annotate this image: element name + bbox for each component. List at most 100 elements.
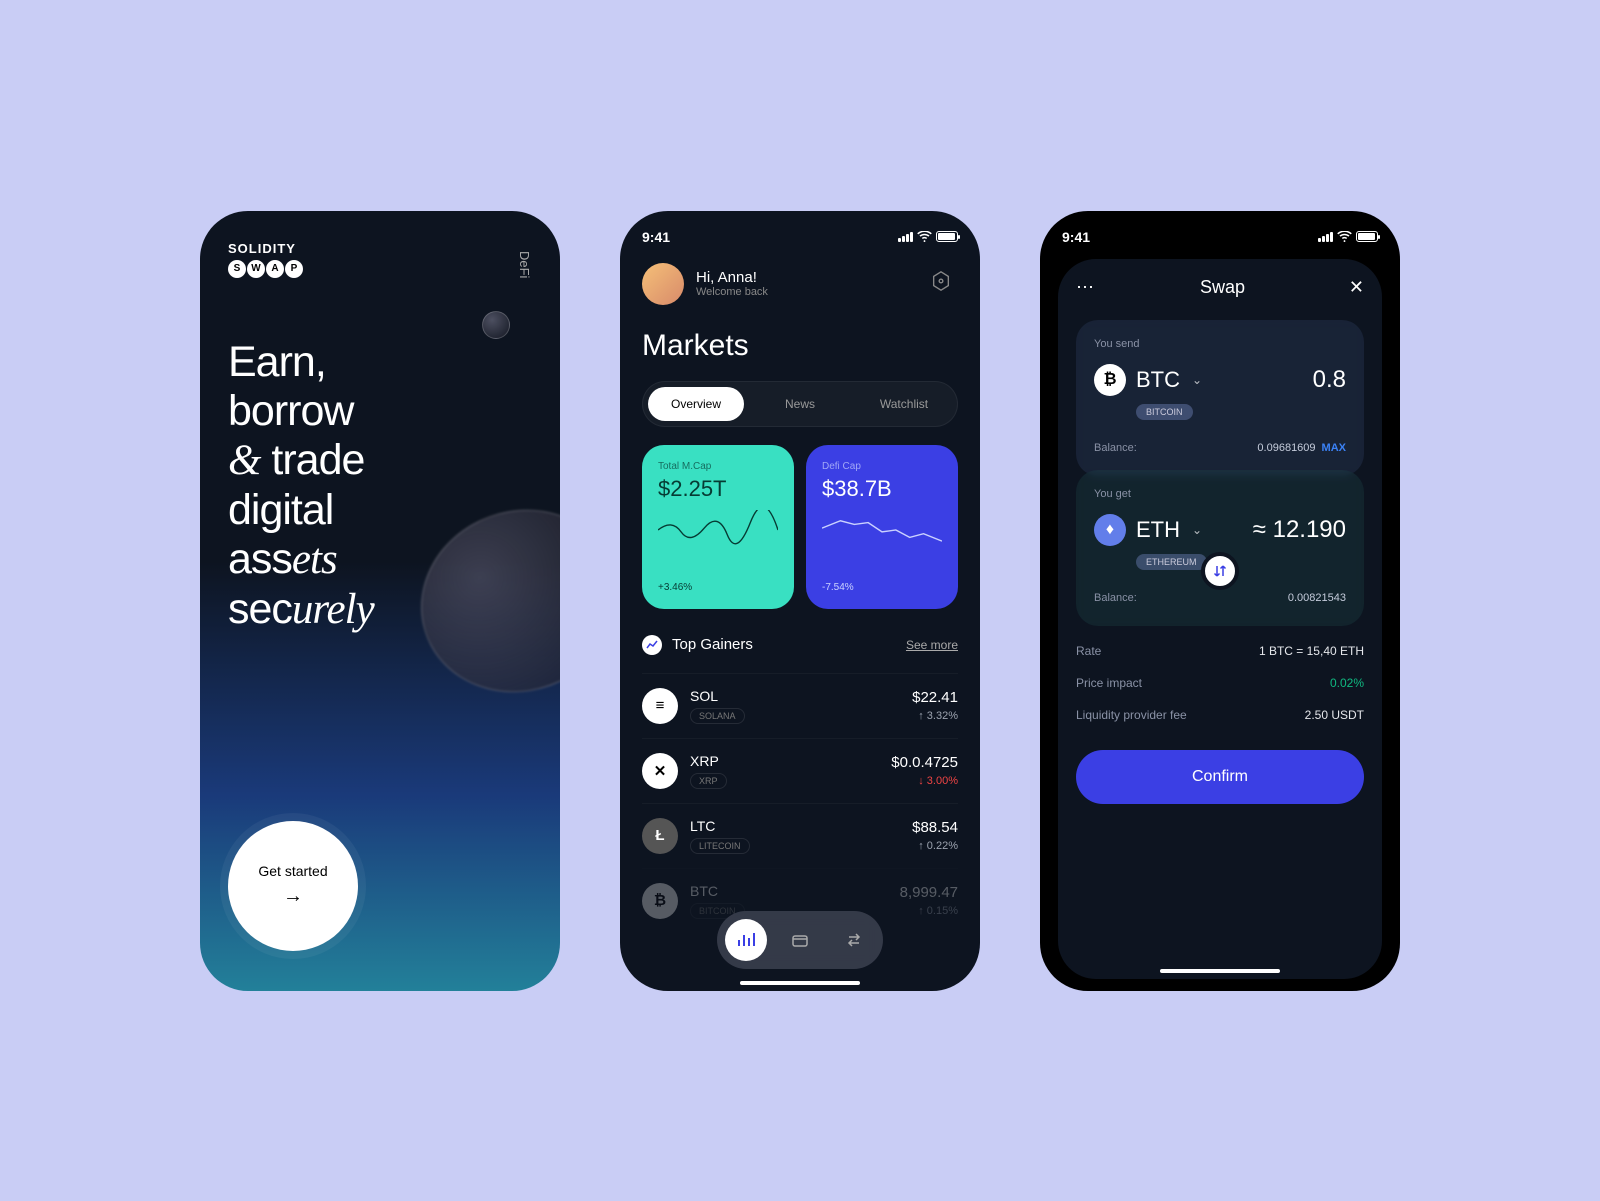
wifi-icon — [917, 231, 932, 242]
hero-line: & trade — [228, 436, 532, 485]
status-icons — [1318, 231, 1378, 242]
swap-direction-button[interactable] — [1201, 552, 1239, 590]
tab-overview[interactable]: Overview — [648, 387, 744, 421]
coin-row-xrp[interactable]: ✕ XRPXRP $0.0.4725↓ 3.00% — [642, 738, 958, 803]
send-label: You send — [1094, 338, 1346, 350]
impact-label: Price impact — [1076, 676, 1142, 690]
swap-area: You send ₿ BTC ⌄ 0.8 BITCOIN Balance: 0.… — [1076, 320, 1364, 626]
get-symbol: ETH — [1136, 517, 1180, 543]
markets-screen: 9:41 Hi, Anna! Welcome back Markets Over… — [620, 211, 980, 991]
stat-value: $2.25T — [658, 476, 778, 502]
swap-title: Swap — [1200, 277, 1245, 298]
stat-card-defi-cap[interactable]: Defi Cap $38.7B -7.54% — [806, 445, 958, 609]
coin-list: ≡ SOLSOLANA $22.41↑ 3.32% ✕ XRPXRP $0.0.… — [642, 673, 958, 933]
brand-letter: A — [266, 260, 284, 278]
rate-row: Rate 1 BTC = 15,40 ETH — [1076, 644, 1364, 658]
send-card: You send ₿ BTC ⌄ 0.8 BITCOIN Balance: 0.… — [1076, 320, 1364, 476]
stat-cards: Total M.Cap $2.25T +3.46% Defi Cap $38.7… — [642, 445, 958, 609]
nav-wallet-button[interactable] — [779, 919, 821, 961]
greeting-text: Hi, Anna! Welcome back — [696, 269, 768, 298]
balance-label: Balance: — [1094, 442, 1137, 454]
swap-icon — [845, 931, 863, 949]
cta-label: Get started — [258, 863, 327, 879]
coin-row-ltc[interactable]: Ł LTCLITECOIN $88.54↑ 0.22% — [642, 803, 958, 868]
get-coin-name: ETHEREUM — [1136, 554, 1207, 570]
stat-label: Total M.Cap — [658, 461, 778, 472]
coin-change: ↑ 3.32% — [912, 710, 958, 722]
sparkline-icon — [822, 510, 942, 550]
send-amount[interactable]: 0.8 — [1313, 366, 1346, 394]
get-label: You get — [1094, 488, 1346, 500]
markets-title: Markets — [642, 329, 958, 363]
avatar[interactable] — [642, 263, 684, 305]
hero-line: borrow — [228, 387, 532, 436]
get-balance-row: Balance: 0.00821543 — [1094, 592, 1346, 604]
trending-icon — [642, 635, 662, 655]
coin-symbol: XRP — [690, 753, 727, 769]
tab-news[interactable]: News — [752, 387, 848, 421]
signal-icon — [898, 232, 913, 242]
swap-screen: 9:41 ⋯ Swap ✕ You send ₿ BTC ⌄ 0.8 BITCO… — [1040, 211, 1400, 991]
stat-card-total-mcap[interactable]: Total M.Cap $2.25T +3.46% — [642, 445, 794, 609]
top-gainers-header: Top Gainers See more — [642, 635, 958, 655]
hero-line: Earn, — [228, 338, 532, 387]
gear-icon — [930, 270, 952, 292]
rate-label: Rate — [1076, 644, 1101, 658]
close-button[interactable]: ✕ — [1349, 277, 1364, 298]
sparkline-icon — [658, 510, 778, 550]
see-more-link[interactable]: See more — [906, 638, 958, 652]
battery-icon — [936, 231, 958, 242]
impact-value: 0.02% — [1330, 676, 1364, 690]
litecoin-icon: Ł — [642, 818, 678, 854]
solana-icon: ≡ — [642, 688, 678, 724]
tab-watchlist[interactable]: Watchlist — [856, 387, 952, 421]
brand-swap-letters: S W A P — [228, 260, 532, 278]
nav-swap-button[interactable] — [833, 919, 875, 961]
coin-name: SOLANA — [690, 708, 745, 724]
status-bar: 9:41 — [1062, 229, 1378, 245]
coin-row-sol[interactable]: ≡ SOLSOLANA $22.41↑ 3.32% — [642, 673, 958, 738]
coin-price: 8,999.47 — [900, 884, 958, 901]
rate-value: 1 BTC = 15,40 ETH — [1259, 644, 1364, 658]
battery-icon — [1356, 231, 1378, 242]
send-coin-name: BITCOIN — [1136, 404, 1193, 420]
fee-label: Liquidity provider fee — [1076, 708, 1187, 722]
nav-markets-button[interactable] — [725, 919, 767, 961]
bitcoin-icon: ₿ — [1094, 364, 1126, 396]
arrow-right-icon: → — [283, 885, 303, 908]
greeting-sub: Welcome back — [696, 286, 768, 298]
greeting-name: Hi, Anna! — [696, 269, 768, 286]
max-button[interactable]: MAX — [1322, 442, 1346, 454]
wifi-icon — [1337, 231, 1352, 242]
get-amount: ≈ 12.190 — [1253, 516, 1346, 544]
hero-amp: & — [228, 437, 260, 484]
balance-label: Balance: — [1094, 592, 1137, 604]
bottom-nav — [717, 911, 883, 969]
stat-label: Defi Cap — [822, 461, 942, 472]
home-indicator — [740, 981, 860, 985]
settings-button[interactable] — [930, 270, 958, 298]
xrp-icon: ✕ — [642, 753, 678, 789]
ethereum-icon: ♦ — [1094, 514, 1126, 546]
brand-block: SOLIDITY S W A P — [228, 241, 532, 278]
coin-name: XRP — [690, 773, 727, 789]
get-started-button[interactable]: Get started → — [228, 821, 358, 951]
more-button[interactable]: ⋯ — [1076, 277, 1096, 298]
get-coin-selector[interactable]: ♦ ETH ⌄ ≈ 12.190 — [1094, 514, 1346, 546]
send-balance: 0.09681609 — [1257, 442, 1315, 454]
impact-row: Price impact 0.02% — [1076, 676, 1364, 690]
brand-letter: S — [228, 260, 246, 278]
get-card: You get ♦ ETH ⌄ ≈ 12.190 ETHEREUM Balanc… — [1076, 470, 1364, 626]
home-indicator — [1160, 969, 1280, 973]
coin-symbol: LTC — [690, 818, 750, 834]
status-time: 9:41 — [642, 229, 670, 245]
glass-bubble-small — [482, 311, 510, 339]
status-bar: 9:41 — [642, 229, 958, 245]
coin-change: ↑ 0.15% — [900, 905, 958, 917]
send-coin-selector[interactable]: ₿ BTC ⌄ 0.8 — [1094, 364, 1346, 396]
stat-value: $38.7B — [822, 476, 942, 502]
status-time: 9:41 — [1062, 229, 1090, 245]
confirm-button[interactable]: Confirm — [1076, 750, 1364, 804]
coin-name: LITECOIN — [690, 838, 750, 854]
top-gainers-title: Top Gainers — [672, 636, 753, 653]
